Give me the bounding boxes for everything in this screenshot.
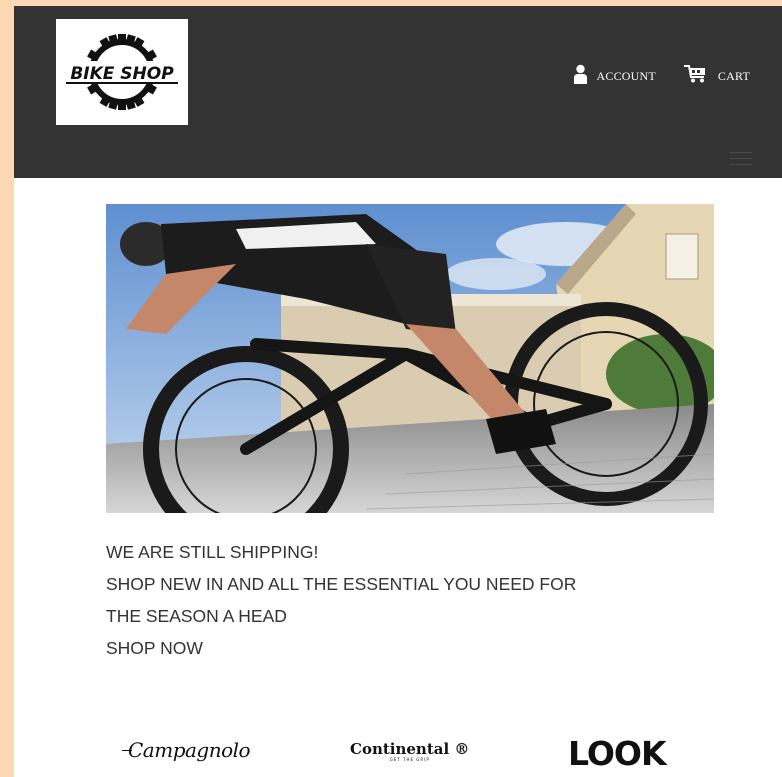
continental-name: Continental <box>350 740 450 758</box>
promo-line-2: SHOP NEW IN AND ALL THE ESSENTIAL YOU NE… <box>106 574 577 594</box>
logo-text: BIKE SHOP <box>70 64 174 84</box>
cart-icon <box>683 65 708 87</box>
cart-label: CART <box>717 68 750 83</box>
brand-campagnolo[interactable]: Campagnolo <box>121 738 251 762</box>
bike-shop-logo-icon: BIKE SHOP <box>66 34 178 110</box>
hamburger-bar <box>730 164 752 165</box>
registered-mark: ® <box>449 740 470 758</box>
header-nav: ACCOUNT CART <box>573 64 751 88</box>
promo-line-3: THE SEASON A HEAD <box>106 606 287 626</box>
promo-line-1: WE ARE STILL SHIPPING! <box>106 542 319 562</box>
brand-look[interactable]: LOOK <box>568 734 667 773</box>
site-header: BIKE SHOP ACCOUNT CART <box>14 6 782 178</box>
hamburger-bar <box>730 158 752 159</box>
cart-link[interactable]: CART <box>683 65 750 87</box>
hamburger-icon[interactable] <box>730 152 752 166</box>
hero-image[interactable] <box>106 204 714 513</box>
account-link[interactable]: ACCOUNT <box>573 64 656 88</box>
brand-logos: Campagnolo Continental ® GET THE GRIP LO… <box>14 734 782 777</box>
user-icon <box>573 64 587 88</box>
logo[interactable]: BIKE SHOP <box>56 19 188 125</box>
brand-continental[interactable]: Continental ® GET THE GRIP <box>350 740 469 762</box>
hamburger-bar <box>730 152 752 153</box>
shop-now-link[interactable]: SHOP NOW <box>106 632 726 664</box>
account-label: ACCOUNT <box>596 68 656 83</box>
page: BIKE SHOP ACCOUNT CART WE ARE STILL SHIP… <box>14 6 782 777</box>
promo-text: WE ARE STILL SHIPPING! SHOP NEW IN AND A… <box>106 536 726 664</box>
